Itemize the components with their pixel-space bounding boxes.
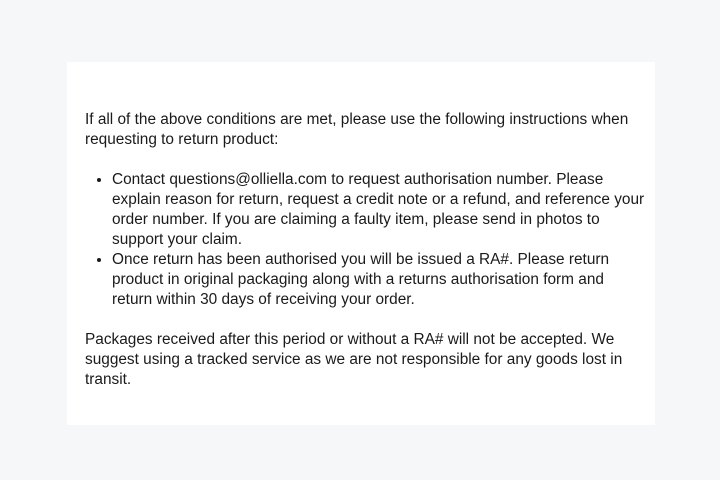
returns-step-ship: Once return has been authorised you will… bbox=[112, 250, 645, 310]
returns-steps-list: Contact questions@olliella.com to reques… bbox=[85, 170, 645, 310]
returns-policy-note: Packages received after this period or w… bbox=[85, 331, 623, 388]
returns-instructions-card: If all of the above conditions are met, … bbox=[67, 62, 655, 425]
returns-intro-text: If all of the above conditions are met, … bbox=[85, 111, 629, 148]
returns-step-contact: Contact questions@olliella.com to reques… bbox=[112, 170, 645, 250]
